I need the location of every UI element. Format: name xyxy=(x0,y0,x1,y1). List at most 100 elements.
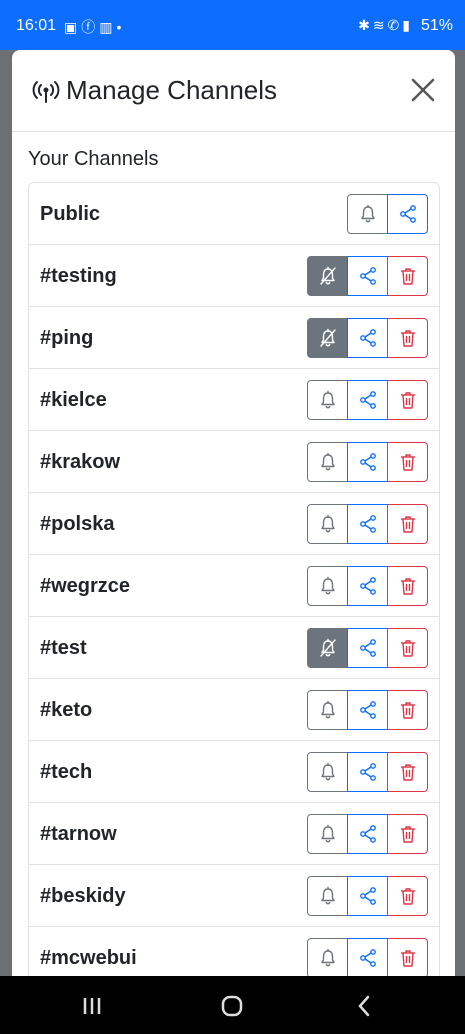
share-button[interactable] xyxy=(347,814,388,854)
channel-actions xyxy=(307,380,428,420)
share-icon xyxy=(359,763,376,781)
trash-icon xyxy=(400,702,415,719)
mute-button[interactable] xyxy=(347,194,388,234)
mute-button[interactable] xyxy=(307,938,348,976)
delete-button[interactable] xyxy=(387,938,428,976)
channel-list: Public #testing #ping #kielce #krakow #p… xyxy=(28,182,440,976)
trash-icon xyxy=(400,826,415,843)
delete-button[interactable] xyxy=(387,442,428,482)
share-button[interactable] xyxy=(347,380,388,420)
channel-row: #mcwebui xyxy=(29,927,439,976)
bell-icon xyxy=(320,700,335,719)
notification-icon: ▣ xyxy=(64,19,82,35)
delete-button[interactable] xyxy=(387,814,428,854)
channel-name: #keto xyxy=(40,699,93,721)
share-button[interactable] xyxy=(347,504,388,544)
bluetooth-icon: ✱ xyxy=(358,17,373,33)
channel-row: #testing xyxy=(29,245,439,307)
channel-row: #tech xyxy=(29,741,439,803)
trash-icon xyxy=(400,516,415,533)
close-icon[interactable] xyxy=(409,76,437,104)
dot-icon: • xyxy=(116,19,126,35)
share-button[interactable] xyxy=(387,194,428,234)
channel-name: #ping xyxy=(40,327,94,349)
share-button[interactable] xyxy=(347,318,388,358)
share-icon xyxy=(359,267,376,285)
channel-name: #testing xyxy=(40,265,117,287)
share-icon xyxy=(399,205,416,223)
channel-row: #test xyxy=(29,617,439,679)
mute-button[interactable] xyxy=(307,566,348,606)
channel-actions xyxy=(307,690,428,730)
channel-name: #kielce xyxy=(40,389,107,411)
share-icon xyxy=(359,391,376,409)
unmute-button[interactable] xyxy=(307,628,348,668)
channel-row: #ping xyxy=(29,307,439,369)
share-icon xyxy=(359,701,376,719)
mute-button[interactable] xyxy=(307,380,348,420)
trash-icon xyxy=(400,764,415,781)
channel-actions xyxy=(307,752,428,792)
bell-icon xyxy=(320,390,335,409)
share-button[interactable] xyxy=(347,442,388,482)
share-button[interactable] xyxy=(347,628,388,668)
share-button[interactable] xyxy=(347,876,388,916)
delete-button[interactable] xyxy=(387,380,428,420)
mute-button[interactable] xyxy=(307,442,348,482)
unmute-button[interactable] xyxy=(307,256,348,296)
modal-header: Manage Channels xyxy=(12,50,455,132)
channel-row: Public xyxy=(29,183,439,245)
bell-icon xyxy=(320,576,335,595)
share-button[interactable] xyxy=(347,752,388,792)
delete-button[interactable] xyxy=(387,504,428,544)
delete-button[interactable] xyxy=(387,566,428,606)
share-icon xyxy=(359,515,376,533)
channel-actions xyxy=(307,442,428,482)
trash-icon xyxy=(400,888,415,905)
share-button[interactable] xyxy=(347,938,388,976)
unmute-button[interactable] xyxy=(307,318,348,358)
share-button[interactable] xyxy=(347,690,388,730)
bell-icon xyxy=(320,514,335,533)
delete-button[interactable] xyxy=(387,752,428,792)
teams-icon: ▥ xyxy=(99,19,117,35)
channel-name: #polska xyxy=(40,513,115,535)
mute-button[interactable] xyxy=(307,876,348,916)
home-icon[interactable] xyxy=(218,994,246,1018)
channel-actions xyxy=(347,194,428,234)
bell-icon xyxy=(320,824,335,843)
mute-button[interactable] xyxy=(307,504,348,544)
back-icon[interactable] xyxy=(350,994,378,1018)
manage-channels-modal: Manage Channels Your Channels Public #te… xyxy=(12,50,455,976)
channel-actions xyxy=(307,938,428,976)
status-bar: 16:01 ▣ⓕ▥• ✱≋✆▮ 51% xyxy=(0,0,465,50)
mute-button[interactable] xyxy=(307,690,348,730)
broadcast-antenna-icon xyxy=(32,81,60,103)
trash-icon xyxy=(400,578,415,595)
channel-name: #beskidy xyxy=(40,885,126,907)
delete-button[interactable] xyxy=(387,256,428,296)
delete-button[interactable] xyxy=(387,628,428,668)
channel-row: #polska xyxy=(29,493,439,555)
channel-row: #krakow xyxy=(29,431,439,493)
share-button[interactable] xyxy=(347,256,388,296)
share-button[interactable] xyxy=(347,566,388,606)
mute-button[interactable] xyxy=(307,814,348,854)
bell-slash-icon xyxy=(319,328,336,347)
signal-icon: ▮ xyxy=(402,17,413,33)
delete-button[interactable] xyxy=(387,876,428,916)
delete-button[interactable] xyxy=(387,690,428,730)
recents-icon[interactable] xyxy=(78,994,106,1018)
trash-icon xyxy=(400,640,415,657)
trash-icon xyxy=(400,950,415,967)
share-icon xyxy=(359,825,376,843)
bell-icon xyxy=(320,762,335,781)
bell-icon xyxy=(360,204,375,223)
delete-button[interactable] xyxy=(387,318,428,358)
channel-actions xyxy=(307,256,428,296)
mute-button[interactable] xyxy=(307,752,348,792)
share-icon xyxy=(359,329,376,347)
status-notification-icons: ▣ⓕ▥• xyxy=(64,17,125,37)
trash-icon xyxy=(400,268,415,285)
channel-name: #krakow xyxy=(40,451,121,473)
